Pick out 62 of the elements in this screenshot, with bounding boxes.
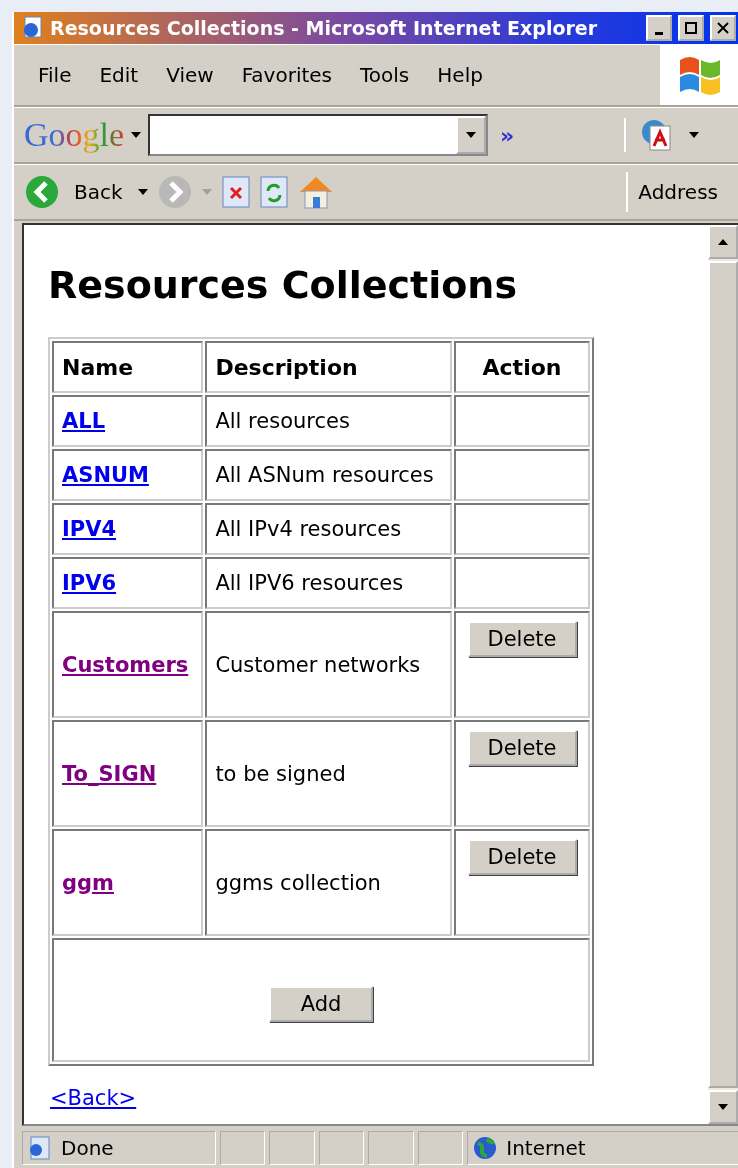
menu-item[interactable]: Help — [423, 63, 497, 87]
caret-icon — [130, 131, 143, 139]
delete-button[interactable]: Delete — [467, 839, 577, 875]
scroll-up-icon[interactable] — [717, 238, 729, 246]
scroll-down-icon[interactable] — [717, 1103, 729, 1111]
delete-button[interactable]: Delete — [467, 621, 577, 657]
table-cell: ggms collection — [205, 829, 452, 936]
globe-icon — [472, 1135, 499, 1161]
collection-link[interactable]: ASNUM — [62, 463, 149, 487]
menu-item[interactable]: Edit — [85, 63, 153, 87]
search-field[interactable] — [148, 114, 489, 156]
address-label: Address — [626, 172, 738, 212]
page-heading: Resources Collections — [48, 263, 518, 307]
window-title: Resources Collections - Microsoft Internet Explorer — [50, 17, 599, 39]
status-pane — [318, 1131, 365, 1165]
collection-link[interactable]: IPV4 — [62, 517, 117, 541]
close-button[interactable] — [710, 15, 736, 41]
table-cell: All resources — [205, 395, 452, 447]
table-cell: All IPv4 resources — [205, 503, 452, 555]
delete-button[interactable]: Delete — [467, 730, 577, 766]
back-button[interactable]: Back — [74, 180, 123, 204]
status-pane — [368, 1131, 414, 1165]
maximize-button[interactable] — [678, 15, 704, 41]
collection-link[interactable]: Customers — [62, 652, 189, 677]
add-button[interactable]: Add — [268, 986, 374, 1022]
pdf-icon[interactable] — [640, 118, 674, 152]
minimize-button[interactable] — [646, 15, 672, 41]
more-chevron[interactable]: » — [500, 122, 515, 148]
minimize-icon — [655, 32, 663, 35]
caret-icon — [200, 188, 213, 196]
page-icon — [22, 16, 44, 40]
caret-icon — [465, 131, 478, 139]
table-cell: All IPV6 resources — [205, 557, 452, 609]
menu-item[interactable]: Tools — [346, 63, 424, 87]
back-link[interactable]: <Back> — [50, 1086, 137, 1110]
collection-link[interactable]: IPV6 — [62, 571, 117, 595]
table-cell: to be signed — [205, 720, 452, 827]
status-pane — [219, 1131, 266, 1165]
column-header: Action — [454, 341, 590, 393]
status-pane — [417, 1131, 464, 1165]
collection-link[interactable]: ggm — [62, 870, 114, 895]
status-pane — [269, 1131, 315, 1165]
status-text: Done — [61, 1136, 114, 1160]
collection-link[interactable]: ALL — [62, 409, 105, 433]
refresh-icon[interactable] — [258, 175, 289, 209]
menu-item[interactable]: File — [24, 63, 86, 87]
page-icon — [27, 1135, 53, 1161]
zone-text: Internet — [506, 1136, 586, 1160]
scrollbar[interactable] — [708, 225, 738, 1124]
menu-item[interactable]: View — [152, 63, 228, 87]
menu-item[interactable]: Favorites — [227, 63, 346, 87]
table-cell: Customer networks — [205, 611, 452, 718]
collection-link[interactable]: To_SIGN — [62, 761, 157, 786]
maximize-icon — [685, 22, 697, 34]
stop-icon[interactable] — [220, 175, 251, 209]
caret-icon — [688, 131, 700, 139]
table-cell: All ASNum resources — [205, 449, 452, 501]
column-header: Description — [205, 341, 452, 393]
close-icon — [717, 22, 729, 34]
windows-logo-icon — [678, 54, 722, 96]
caret-icon — [136, 188, 149, 196]
column-header: Name — [52, 341, 204, 393]
